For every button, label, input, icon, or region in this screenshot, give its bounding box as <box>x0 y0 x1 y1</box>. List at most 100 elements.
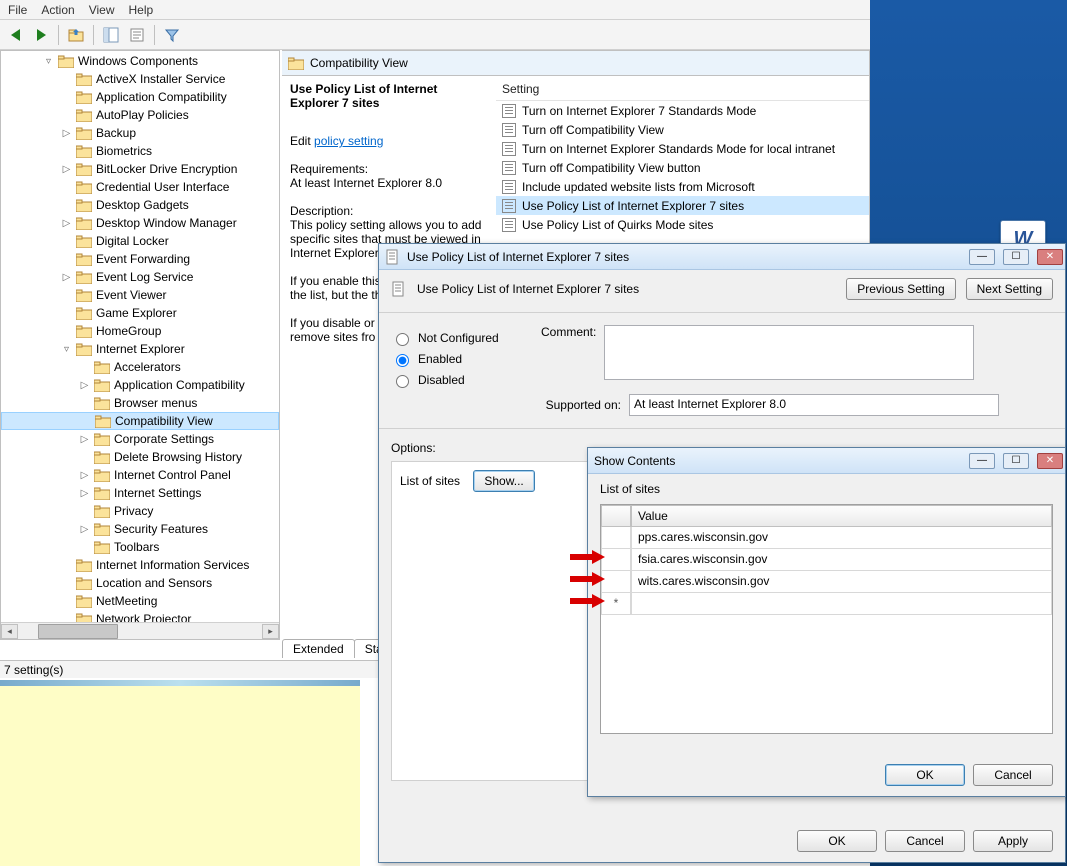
sticky-note[interactable] <box>0 680 360 866</box>
policy-dialog-title: Use Policy List of Internet Explorer 7 s… <box>407 250 629 264</box>
tree-item[interactable]: Toolbars <box>1 538 279 556</box>
setting-item[interactable]: Use Policy List of Internet Explorer 7 s… <box>496 196 869 215</box>
menu-action[interactable]: Action <box>41 3 74 17</box>
tree-item[interactable]: ▷Backup <box>1 124 279 142</box>
options-label: Options: <box>391 441 436 455</box>
tree-item[interactable]: ▷Application Compatibility <box>1 376 279 394</box>
tree-item[interactable]: ▿Windows Components <box>1 52 279 70</box>
sc-minimize-button[interactable]: — <box>969 453 995 469</box>
tree-item[interactable]: ▷Internet Settings <box>1 484 279 502</box>
radio-enabled[interactable]: Enabled <box>391 351 521 367</box>
grid-new-row[interactable]: * <box>601 593 1052 615</box>
scroll-thumb[interactable] <box>38 624 118 639</box>
tree-item[interactable]: Accelerators <box>1 358 279 376</box>
settings-column-header[interactable]: Setting <box>496 78 869 101</box>
minimize-button[interactable]: — <box>969 249 995 265</box>
setting-item[interactable]: Include updated website lists from Micro… <box>496 177 869 196</box>
comment-field[interactable] <box>604 325 974 380</box>
scroll-left-button[interactable]: ◂ <box>1 624 18 639</box>
sc-close-button[interactable]: ✕ <box>1037 453 1063 469</box>
tree-item[interactable]: Event Forwarding <box>1 250 279 268</box>
tree-item[interactable]: Credential User Interface <box>1 178 279 196</box>
show-contents-titlebar[interactable]: Show Contents — ☐ ✕ <box>588 448 1065 474</box>
settings-list-pane: Setting Turn on Internet Explorer 7 Stan… <box>496 76 869 236</box>
policy-dialog-titlebar[interactable]: Use Policy List of Internet Explorer 7 s… <box>379 244 1065 270</box>
tree-item[interactable]: Internet Information Services <box>1 556 279 574</box>
sc-maximize-button[interactable]: ☐ <box>1003 453 1029 469</box>
previous-setting-button[interactable]: Previous Setting <box>846 278 955 300</box>
grid-row[interactable]: wits.cares.wisconsin.gov <box>601 571 1052 593</box>
next-setting-button[interactable]: Next Setting <box>966 278 1053 300</box>
tree-item[interactable]: Application Compatibility <box>1 88 279 106</box>
sc-list-label: List of sites <box>600 482 1053 496</box>
highlight-arrow-3 <box>570 594 605 608</box>
tree-item[interactable]: ▿Internet Explorer <box>1 340 279 358</box>
sc-ok-button[interactable]: OK <box>885 764 965 786</box>
policy-icon <box>502 161 516 175</box>
tree-item[interactable]: NetMeeting <box>1 592 279 610</box>
list-of-sites-label: List of sites <box>400 474 460 488</box>
policy-apply-button[interactable]: Apply <box>973 830 1053 852</box>
tree-item[interactable]: Biometrics <box>1 142 279 160</box>
tree-item[interactable]: Privacy <box>1 502 279 520</box>
properties-button[interactable] <box>126 24 148 46</box>
detail-tabs: Extended Sta <box>282 636 383 658</box>
show-button[interactable]: Show... <box>473 470 534 492</box>
menu-help[interactable]: Help <box>129 3 154 17</box>
edit-policy-link[interactable]: policy setting <box>314 134 383 148</box>
grid-corner <box>601 505 631 527</box>
policy-cancel-button[interactable]: Cancel <box>885 830 965 852</box>
tree-item[interactable]: ▷Event Log Service <box>1 268 279 286</box>
sc-cancel-button[interactable]: Cancel <box>973 764 1053 786</box>
menu-file[interactable]: File <box>8 3 27 17</box>
tree-item[interactable]: Game Explorer <box>1 304 279 322</box>
grid-row[interactable]: pps.cares.wisconsin.gov <box>601 527 1052 549</box>
tree-item[interactable]: ActiveX Installer Service <box>1 70 279 88</box>
tree-item[interactable]: ▷Desktop Window Manager <box>1 214 279 232</box>
forward-button[interactable] <box>30 24 52 46</box>
tree-item[interactable]: Delete Browsing History <box>1 448 279 466</box>
sites-grid[interactable]: Value pps.cares.wisconsin.govfsia.cares.… <box>600 504 1053 734</box>
tree-item[interactable]: Event Viewer <box>1 286 279 304</box>
radio-disabled[interactable]: Disabled <box>391 372 521 388</box>
filter-button[interactable] <box>161 24 183 46</box>
setting-item[interactable]: Turn on Internet Explorer Standards Mode… <box>496 139 869 158</box>
menu-bar: File Action View Help <box>0 0 870 20</box>
grid-row[interactable]: fsia.cares.wisconsin.gov <box>601 549 1052 571</box>
radio-not-configured[interactable]: Not Configured <box>391 330 521 346</box>
grid-value-header[interactable]: Value <box>631 505 1052 527</box>
tree-item[interactable]: Desktop Gadgets <box>1 196 279 214</box>
tree-item[interactable]: ▷BitLocker Drive Encryption <box>1 160 279 178</box>
setting-item[interactable]: Turn on Internet Explorer 7 Standards Mo… <box>496 101 869 120</box>
tree-item[interactable]: Compatibility View <box>1 412 279 430</box>
highlight-arrow-1 <box>570 550 605 564</box>
menu-view[interactable]: View <box>89 3 115 17</box>
tree-item[interactable]: Location and Sensors <box>1 574 279 592</box>
setting-item[interactable]: Turn off Compatibility View <box>496 120 869 139</box>
policy-icon <box>502 142 516 156</box>
tab-extended[interactable]: Extended <box>282 639 355 658</box>
policy-heading: Use Policy List of Internet Explorer 7 s… <box>417 282 639 296</box>
tree-item[interactable]: HomeGroup <box>1 322 279 340</box>
tree-item[interactable]: AutoPlay Policies <box>1 106 279 124</box>
description-label: Description: <box>290 204 484 218</box>
setting-item[interactable]: Use Policy List of Quirks Mode sites <box>496 215 869 234</box>
tree-item[interactable]: ▷Corporate Settings <box>1 430 279 448</box>
policy-icon <box>502 180 516 194</box>
scroll-right-button[interactable]: ▸ <box>262 624 279 639</box>
maximize-button[interactable]: ☐ <box>1003 249 1029 265</box>
close-button[interactable]: ✕ <box>1037 249 1063 265</box>
tree-item[interactable]: ▷Security Features <box>1 520 279 538</box>
policy-ok-button[interactable]: OK <box>797 830 877 852</box>
up-level-button[interactable] <box>65 24 87 46</box>
tree-item[interactable]: ▷Internet Control Panel <box>1 466 279 484</box>
setting-item[interactable]: Turn off Compatibility View button <box>496 158 869 177</box>
back-button[interactable] <box>4 24 26 46</box>
nav-tree[interactable]: ▿Windows ComponentsActiveX Installer Ser… <box>0 50 280 640</box>
tree-item[interactable]: Browser menus <box>1 394 279 412</box>
show-hide-tree-button[interactable] <box>100 24 122 46</box>
policy-icon <box>502 104 516 118</box>
tree-horizontal-scrollbar[interactable]: ◂ ▸ <box>1 622 279 639</box>
status-text: 7 setting(s) <box>4 663 63 677</box>
tree-item[interactable]: Digital Locker <box>1 232 279 250</box>
